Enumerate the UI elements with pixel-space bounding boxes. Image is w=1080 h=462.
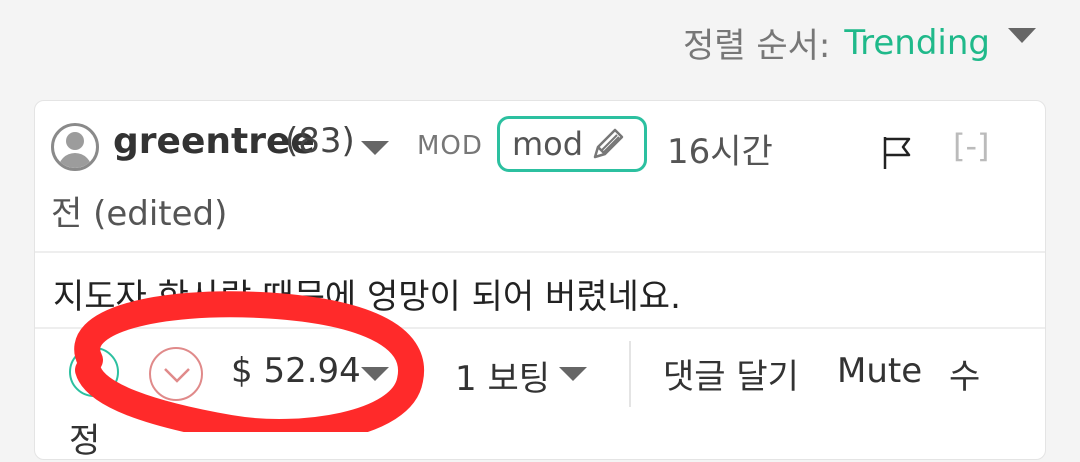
sort-control[interactable]: 정렬 순서: Trending bbox=[683, 18, 1036, 67]
chevron-down-icon[interactable] bbox=[1008, 28, 1036, 43]
sort-value[interactable]: Trending bbox=[844, 23, 990, 63]
comment-header: greentree (83) MOD mod 16시간 전 (edited) [… bbox=[35, 101, 1045, 251]
upvote-button[interactable] bbox=[69, 347, 119, 397]
payout-value[interactable]: $ 52.94 bbox=[231, 351, 361, 391]
chevron-down-icon bbox=[164, 368, 190, 383]
reply-button[interactable]: 댓글 달기 bbox=[663, 349, 799, 398]
divider bbox=[629, 341, 631, 407]
edit-button[interactable]: 수 bbox=[949, 349, 980, 398]
chevron-down-icon[interactable] bbox=[559, 367, 587, 381]
collapse-button[interactable]: [-] bbox=[953, 127, 990, 165]
divider bbox=[35, 251, 1045, 253]
chevron-down-icon[interactable] bbox=[361, 367, 389, 381]
downvote-button[interactable] bbox=[149, 347, 203, 401]
comment-timestamp: 16시간 전 (edited) bbox=[51, 132, 773, 234]
comment-card: greentree (83) MOD mod 16시간 전 (edited) [… bbox=[34, 100, 1046, 461]
comment-body: 지도자 한사람 때문에 엉망이 되어 버렸네요. bbox=[53, 277, 681, 317]
mute-button[interactable]: Mute bbox=[837, 351, 922, 391]
vote-count[interactable]: 1 보팅 bbox=[455, 351, 550, 400]
overflow-button[interactable]: 정 bbox=[69, 413, 100, 462]
sort-label: 정렬 순서: bbox=[682, 26, 831, 66]
comment-footer: $ 52.94 1 보팅 댓글 달기 Mute 수 정 bbox=[35, 329, 1045, 461]
flag-icon[interactable] bbox=[881, 135, 915, 171]
